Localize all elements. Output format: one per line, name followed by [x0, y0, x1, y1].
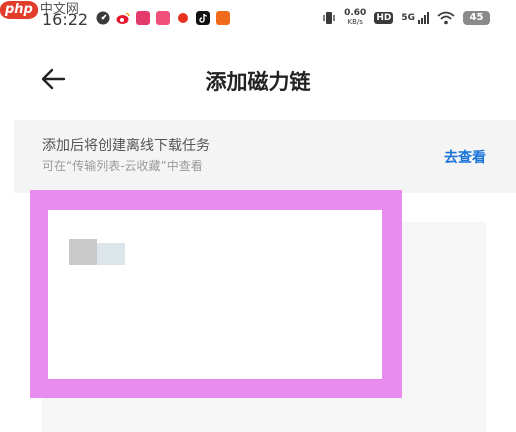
weibo-icon — [116, 12, 130, 24]
notice-title: 添加后将创建离线下载任务 — [42, 138, 210, 154]
app-icon — [156, 11, 170, 25]
notice-subtitle: 可在“传输列表-云收藏”中查看 — [42, 159, 203, 173]
news-app-icon — [136, 11, 150, 25]
battery-icon: 45 — [463, 11, 490, 25]
redacted-text — [69, 239, 97, 265]
vibrate-icon — [323, 12, 335, 24]
status-bar: php 中文网 16:22 0.60 KB/s HD 5G 45 — [0, 0, 516, 36]
net-speed-unit: KB/s — [347, 18, 363, 26]
view-link[interactable]: 去查看 — [444, 147, 486, 167]
net-speed-value: 0.60 — [344, 8, 367, 18]
speedometer-icon — [96, 11, 110, 25]
system-icons: 0.60 KB/s HD 5G 45 — [322, 9, 490, 27]
signal-icon — [418, 12, 429, 24]
status-time: 16:22 — [42, 10, 89, 29]
notice-bar: 添加后将创建离线下载任务 可在“传输列表-云收藏”中查看 去查看 — [14, 120, 516, 193]
watermark-brand: php — [0, 1, 38, 19]
red-dot-icon — [178, 13, 188, 23]
screen: php 中文网 16:22 0.60 KB/s HD 5G 45 添加磁力链 添… — [0, 0, 516, 432]
magnet-link-input[interactable] — [48, 210, 382, 379]
page-title: 添加磁力链 — [205, 70, 311, 94]
net-speed: 0.60 KB/s — [344, 9, 366, 27]
wifi-icon — [437, 11, 455, 25]
hd-badge: HD — [374, 12, 394, 24]
notification-app-icon — [216, 11, 230, 25]
network-type: 5G — [401, 13, 415, 23]
notification-icons — [96, 11, 230, 25]
redacted-text-tail — [97, 243, 125, 265]
header: 添加磁力链 — [0, 52, 516, 108]
tiktok-icon — [196, 11, 210, 25]
